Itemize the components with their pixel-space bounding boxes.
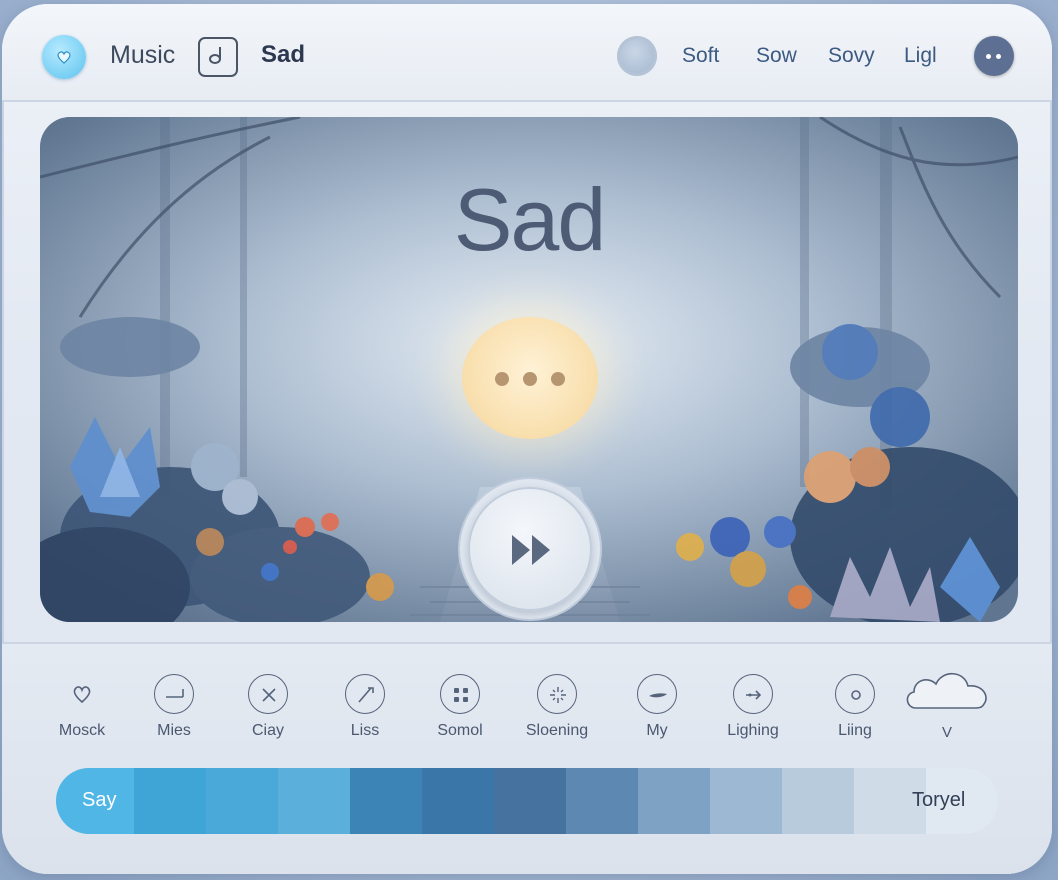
control-label: Mosck <box>58 722 106 739</box>
tab-ligl[interactable]: Ligl <box>904 44 937 68</box>
control-ciay[interactable]: Ciay <box>223 674 313 740</box>
heart-icon <box>62 674 102 714</box>
control-label: Lighing <box>727 722 779 739</box>
slider-segment <box>134 768 207 834</box>
record-icon <box>835 674 875 714</box>
fast-forward-icon <box>512 535 550 565</box>
slider-segment <box>422 768 495 834</box>
tab-sovy[interactable]: Sovy <box>828 44 875 68</box>
slider-segment <box>206 768 279 834</box>
slider-segment <box>638 768 711 834</box>
top-bar: Music Sad Soft Sow Sovy Ligl <box>2 4 1052 102</box>
scene-title: Sad <box>453 170 607 269</box>
line-icon <box>154 674 194 714</box>
slider-segment <box>350 768 423 834</box>
slider-segment <box>494 768 567 834</box>
arrow-lines-icon <box>733 674 773 714</box>
mood-controls: Mosck Mies Ciay Liss Somol Sloening My L… <box>2 642 1052 874</box>
cloud-icon[interactable] <box>902 664 992 714</box>
tab-soft[interactable]: Soft <box>682 44 719 68</box>
tab-sow[interactable]: Sow <box>756 44 797 68</box>
control-liing[interactable]: Liing <box>810 674 900 740</box>
control-mies[interactable]: Mies <box>129 674 219 740</box>
fast-forward-button[interactable] <box>468 487 592 611</box>
more-menu-icon[interactable] <box>974 36 1014 76</box>
close-x-icon <box>248 674 288 714</box>
control-somol[interactable]: Somol <box>415 674 505 740</box>
slider-segment <box>710 768 783 834</box>
mood-slider[interactable]: Say Toryel <box>56 768 998 834</box>
slider-segment <box>782 768 855 834</box>
pen-icon <box>345 674 385 714</box>
sparkle-icon <box>537 674 577 714</box>
control-mosck[interactable]: Mosck <box>37 674 127 740</box>
cloud-label: V <box>942 724 953 741</box>
slider-segment <box>278 768 351 834</box>
control-label: My <box>646 722 668 739</box>
control-label: Sloening <box>525 722 589 739</box>
control-label: Liing <box>838 722 872 739</box>
slider-start-label: Say <box>82 789 117 811</box>
music-note-icon[interactable] <box>198 37 238 77</box>
logo-heart-icon[interactable] <box>42 35 86 79</box>
control-label: Mies <box>157 722 191 739</box>
grid-dots-icon <box>440 674 480 714</box>
dish-icon <box>637 674 677 714</box>
control-label: Ciay <box>251 722 284 739</box>
slider-segment <box>566 768 639 834</box>
mood-title: Sad <box>261 41 306 68</box>
control-label: Liss <box>350 722 380 739</box>
mood-indicator-icon[interactable] <box>617 36 657 76</box>
control-sloening[interactable]: Sloening <box>512 674 602 740</box>
music-app-window: Music Sad Soft Sow Sovy Ligl Sad Mosck M… <box>2 4 1052 874</box>
mood-orb-icon[interactable] <box>462 317 598 439</box>
app-title: Music <box>110 41 176 69</box>
slider-end-label: Toryel <box>912 789 966 811</box>
control-label: Somol <box>437 722 483 739</box>
control-liss[interactable]: Liss <box>320 674 410 740</box>
control-my[interactable]: My <box>612 674 702 740</box>
control-lighing[interactable]: Lighing <box>708 674 798 740</box>
